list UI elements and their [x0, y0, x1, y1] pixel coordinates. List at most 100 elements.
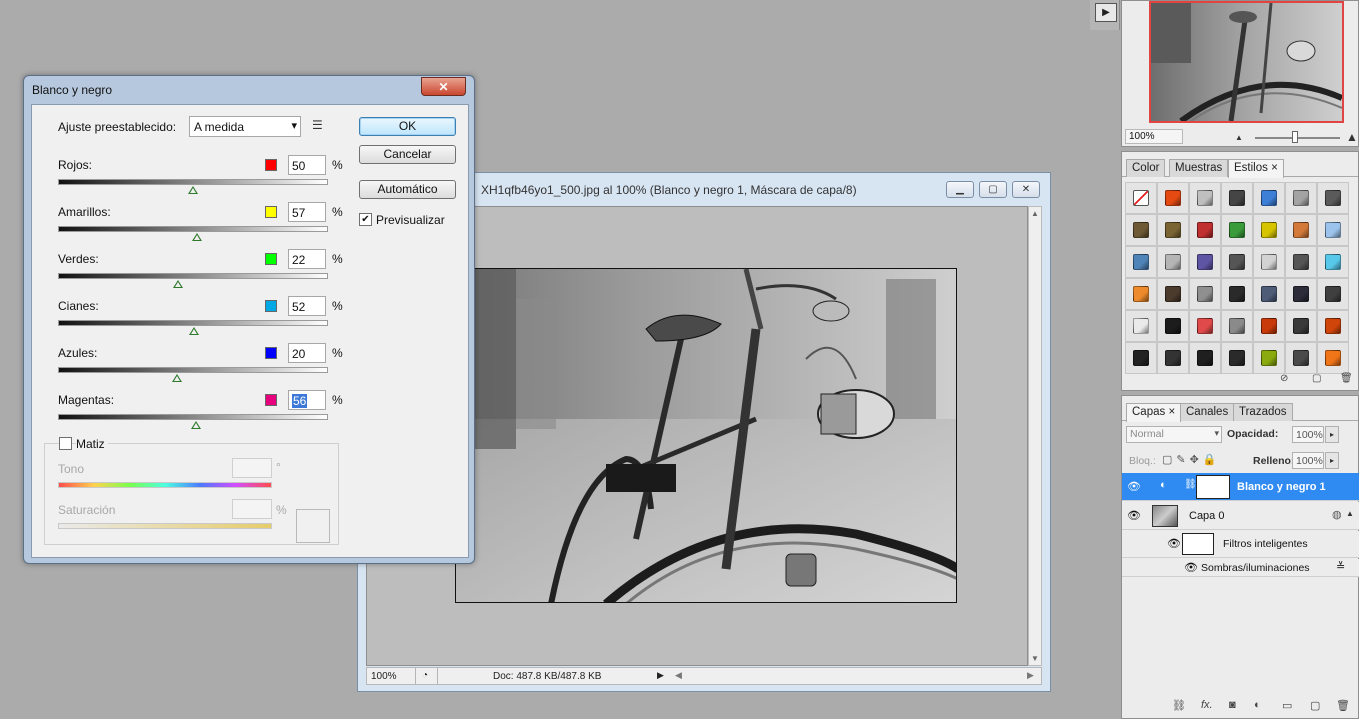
slider-handle[interactable]	[191, 233, 202, 241]
bicycle-photo[interactable]	[455, 268, 957, 603]
style-swatch[interactable]	[1221, 278, 1253, 310]
style-swatch[interactable]	[1125, 342, 1157, 374]
slider-handle[interactable]	[189, 327, 200, 335]
style-swatch[interactable]	[1221, 246, 1253, 278]
style-swatch[interactable]	[1253, 214, 1285, 246]
style-swatch[interactable]	[1157, 278, 1189, 310]
filter-options-icon[interactable]: ≚	[1336, 560, 1345, 573]
preset-select[interactable]: A medida	[189, 116, 301, 137]
style-swatch[interactable]	[1189, 342, 1221, 374]
preset-options-icon[interactable]: ☰	[312, 118, 323, 132]
slider-track[interactable]	[58, 226, 328, 232]
style-swatch[interactable]	[1285, 342, 1317, 374]
style-swatch[interactable]	[1221, 214, 1253, 246]
style-swatch[interactable]	[1157, 214, 1189, 246]
adjustment-layer-icon[interactable]: ◐	[1254, 699, 1261, 711]
hue-field[interactable]	[232, 458, 272, 478]
tab-canales[interactable]: Canales	[1180, 403, 1235, 421]
opacity-arrow-icon[interactable]: ▸	[1325, 426, 1339, 443]
style-swatch[interactable]	[1253, 246, 1285, 278]
close-icon[interactable]: ✕	[421, 77, 466, 96]
trash-icon[interactable]: 🗑	[1340, 373, 1353, 384]
document-zoom-field[interactable]: 100%	[371, 671, 397, 682]
slider-value-field[interactable]: 22	[288, 249, 326, 269]
slider-value-field[interactable]: 56	[288, 390, 326, 410]
scroll-left-icon[interactable]: ◀	[675, 670, 682, 681]
style-swatch[interactable]	[1253, 342, 1285, 374]
slider-value-field[interactable]: 57	[288, 202, 326, 222]
style-swatch[interactable]	[1317, 246, 1349, 278]
layer-thumbnail[interactable]	[1152, 505, 1178, 527]
close-tab-icon[interactable]: ×	[1168, 406, 1175, 418]
style-swatch[interactable]	[1285, 278, 1317, 310]
tab-muestras[interactable]: Muestras	[1169, 159, 1229, 177]
style-swatch[interactable]	[1253, 182, 1285, 214]
tint-color-swatch[interactable]	[296, 509, 330, 543]
style-swatch[interactable]	[1125, 310, 1157, 342]
scroll-right-icon[interactable]: ▶	[1027, 670, 1034, 681]
cancel-button[interactable]: Cancelar	[359, 145, 456, 164]
trash-icon[interactable]: 🗑	[1336, 699, 1350, 712]
tab-trazados[interactable]: Trazados	[1233, 403, 1293, 421]
fill-field[interactable]: 100%	[1292, 452, 1324, 469]
style-swatch[interactable]	[1221, 182, 1253, 214]
visibility-eye-icon[interactable]: 👁	[1127, 509, 1141, 522]
slider-handle[interactable]	[188, 186, 198, 194]
hue-slider-track[interactable]	[58, 482, 272, 488]
new-layer-icon[interactable]: ▢	[1310, 699, 1320, 712]
layer-row-blanco-negro[interactable]: 👁 ◐ ⛓ Blanco y negro 1	[1122, 473, 1359, 501]
slider-handle[interactable]	[171, 374, 182, 382]
new-group-icon[interactable]: ▭	[1282, 699, 1292, 712]
auto-button[interactable]: Automático	[359, 180, 456, 199]
close-icon[interactable]: ✕	[1012, 181, 1040, 198]
tab-color[interactable]: Color	[1126, 159, 1166, 177]
slider-track[interactable]	[58, 273, 328, 279]
navigator-zoom-field[interactable]: 100%	[1125, 129, 1183, 144]
style-swatch[interactable]	[1221, 310, 1253, 342]
tab-estilos[interactable]: Estilos ×	[1228, 159, 1284, 178]
style-swatch[interactable]	[1285, 310, 1317, 342]
minimize-icon[interactable]: ▁	[946, 181, 974, 198]
style-swatch[interactable]	[1285, 214, 1317, 246]
style-swatch[interactable]	[1189, 278, 1221, 310]
saturation-slider-track[interactable]	[58, 523, 272, 529]
style-swatch[interactable]	[1125, 246, 1157, 278]
slider-value-field[interactable]: 50	[288, 155, 326, 175]
zoom-in-icon[interactable]: ▲	[1346, 130, 1358, 144]
navigator-zoom-slider-handle[interactable]	[1292, 131, 1298, 143]
slider-value-field[interactable]: 52	[288, 296, 326, 316]
style-swatch[interactable]	[1317, 310, 1349, 342]
blend-mode-select[interactable]: Normal	[1126, 426, 1222, 443]
status-options-icon[interactable]: ◔	[422, 670, 428, 681]
slider-handle[interactable]	[172, 280, 183, 288]
style-swatch[interactable]	[1317, 214, 1349, 246]
vertical-scrollbar[interactable]: ▲ ▼	[1028, 206, 1042, 666]
slider-track[interactable]	[58, 320, 328, 326]
mask-link-icon[interactable]: ⛓	[1184, 479, 1197, 490]
layer-row-capa-0[interactable]: 👁 Capa 0 ◍ ▲	[1122, 502, 1359, 530]
maximize-icon[interactable]: ▢	[979, 181, 1007, 198]
expand-arrow-icon[interactable]: ▲	[1346, 509, 1354, 518]
style-swatch[interactable]	[1189, 310, 1221, 342]
style-swatch[interactable]	[1317, 342, 1349, 374]
slider-track[interactable]	[58, 179, 328, 185]
slider-track[interactable]	[58, 367, 328, 373]
status-menu-arrow-icon[interactable]: ▶	[657, 670, 664, 681]
style-swatch[interactable]	[1157, 310, 1189, 342]
style-swatch[interactable]	[1317, 278, 1349, 310]
style-swatch[interactable]	[1157, 342, 1189, 374]
new-style-icon[interactable]: ▢	[1312, 373, 1321, 384]
layer-row-sombras[interactable]: 👁 Sombras/iluminaciones ≚	[1122, 559, 1359, 577]
opacity-field[interactable]: 100%	[1292, 426, 1324, 443]
zoom-out-icon[interactable]: ▲	[1235, 133, 1243, 142]
style-swatch[interactable]	[1189, 214, 1221, 246]
clear-style-icon[interactable]: ⊘	[1280, 373, 1288, 384]
visibility-eye-icon[interactable]: 👁	[1127, 480, 1141, 493]
style-swatch[interactable]	[1125, 214, 1157, 246]
lock-icons[interactable]: ▢✎✥🔒	[1162, 453, 1221, 466]
style-swatch[interactable]	[1157, 182, 1189, 214]
visibility-eye-icon[interactable]: 👁	[1167, 537, 1181, 550]
scroll-up-icon[interactable]: ▲	[1031, 209, 1039, 218]
layer-row-filtros-inteligentes[interactable]: 👁 Filtros inteligentes	[1122, 531, 1359, 558]
style-swatch[interactable]	[1157, 246, 1189, 278]
